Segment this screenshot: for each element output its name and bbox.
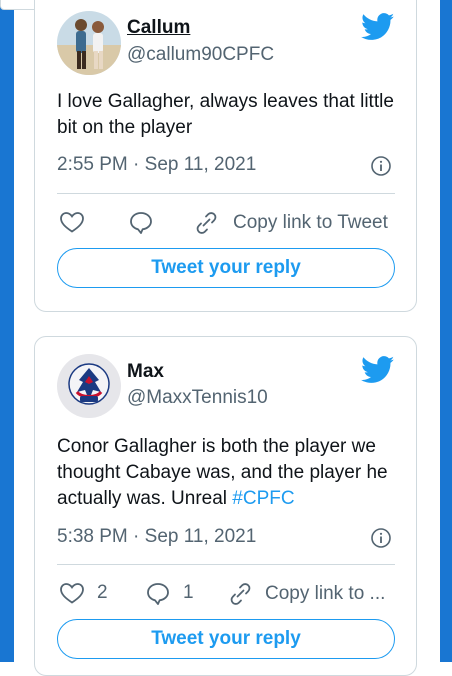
tweet-text-body: Conor Gallagher is both the player we th… <box>57 436 388 509</box>
tweet-card-callum: Callum @callum90CPFC I love Gallagher, a… <box>34 0 417 312</box>
tweet-your-reply-button[interactable]: Tweet your reply <box>57 619 395 659</box>
like-button[interactable] <box>59 210 85 234</box>
info-icon[interactable] <box>370 527 392 549</box>
tweet-your-reply-button[interactable]: Tweet your reply <box>57 248 395 288</box>
reply-bubble-icon <box>130 212 152 234</box>
twitter-bird-icon[interactable] <box>361 356 395 384</box>
tweet-card-max: Max @MaxxTennis10 Conor Gallagher is bot… <box>34 336 417 676</box>
like-button[interactable]: 2 <box>59 581 108 605</box>
copy-link-label: Copy link to ... <box>265 583 386 604</box>
heart-icon <box>60 583 84 604</box>
right-edge-bar <box>440 0 452 662</box>
link-icon <box>196 212 217 234</box>
tweet-divider <box>57 193 395 194</box>
tweet-divider <box>57 564 395 565</box>
author-name[interactable]: Callum <box>127 17 190 39</box>
reply-bubble-icon <box>147 583 169 605</box>
copy-link-label: Copy link to Tweet <box>233 212 388 233</box>
heart-icon <box>60 212 84 233</box>
author-handle[interactable]: @MaxxTennis10 <box>127 387 268 409</box>
twitter-bird-icon[interactable] <box>361 13 395 41</box>
copy-link-button[interactable]: Copy link to ... <box>225 581 385 607</box>
author-name[interactable]: Max <box>127 361 164 383</box>
hashtag-link[interactable]: #CPFC <box>232 488 294 509</box>
reply-button[interactable] <box>128 210 154 234</box>
tweet-text: Conor Gallagher is both the player we th… <box>57 434 402 512</box>
copy-link-button[interactable]: Copy link to Tweet <box>191 210 388 236</box>
reply-count: 1 <box>183 582 194 603</box>
avatar-max[interactable] <box>57 354 121 418</box>
tweet-timestamp[interactable]: 2:55 PM · Sep 11, 2021 <box>57 154 256 176</box>
reply-button[interactable]: 1 <box>145 581 194 605</box>
tweet-timestamp[interactable]: 5:38 PM · Sep 11, 2021 <box>57 526 256 548</box>
tweet-text: I love Gallagher, always leaves that lit… <box>57 91 394 138</box>
author-handle[interactable]: @callum90CPFC <box>127 44 274 66</box>
link-icon <box>230 583 251 605</box>
left-edge-bar <box>0 0 14 662</box>
avatar-callum[interactable] <box>57 11 121 75</box>
like-count: 2 <box>97 582 108 603</box>
info-icon[interactable] <box>370 155 392 177</box>
